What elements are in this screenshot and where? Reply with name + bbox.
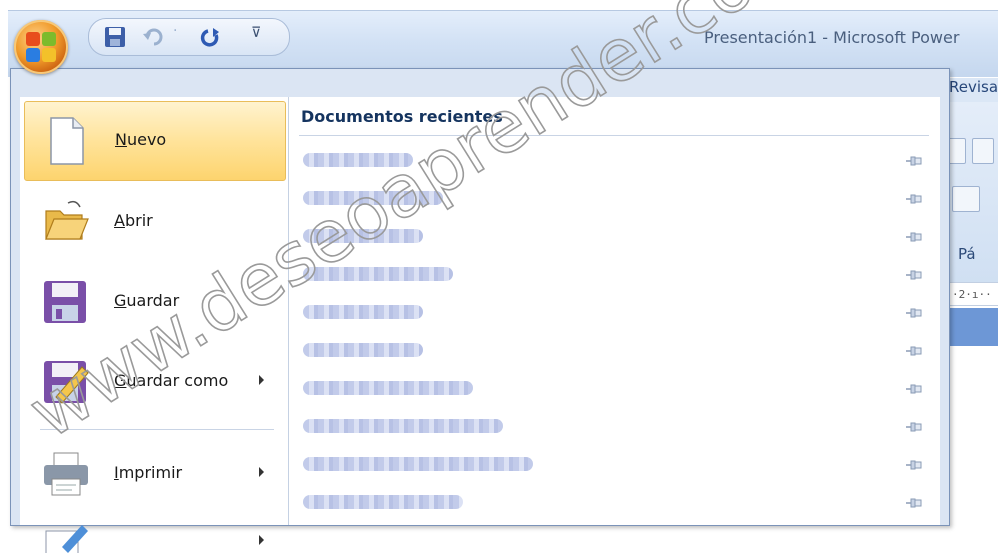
menu-item-abrir[interactable]: Abrir (24, 183, 284, 261)
menu-item-label: Imprimir (114, 463, 183, 482)
recent-document-name (303, 343, 423, 357)
recent-document-item[interactable] (299, 297, 931, 331)
customize-qat-icon[interactable]: ⊽ (251, 25, 261, 49)
pin-icon[interactable] (905, 267, 923, 283)
pin-icon[interactable] (905, 419, 923, 435)
menu-item-label: Guardar como (114, 371, 229, 390)
menu-separator (40, 429, 274, 430)
pin-icon[interactable] (905, 229, 923, 245)
recent-document-name (303, 305, 423, 319)
recent-document-item[interactable] (299, 449, 931, 483)
recent-document-item[interactable] (299, 335, 931, 369)
menu-item-preparar[interactable] (24, 513, 284, 553)
ruler: ·2·ı·· (944, 282, 998, 306)
save-icon[interactable] (103, 25, 127, 49)
redo-icon[interactable] (199, 25, 223, 49)
save-disk-icon (44, 281, 86, 323)
printer-icon (44, 452, 88, 496)
recent-document-name (303, 381, 473, 395)
pin-icon[interactable] (905, 495, 923, 511)
slide-pane-header (944, 308, 998, 346)
recent-documents-title: Documentos recientes (301, 107, 503, 126)
recent-document-name (303, 457, 533, 471)
recent-document-name (303, 153, 413, 167)
recent-document-name (303, 191, 443, 205)
tab-revisar[interactable]: Revisa (944, 78, 998, 102)
submenu-arrow-icon (259, 535, 264, 545)
submenu-arrow-icon (259, 467, 264, 477)
prepare-icon (45, 525, 88, 553)
pin-icon[interactable] (905, 457, 923, 473)
menu-item-imprimir[interactable]: Imprimir (24, 435, 284, 513)
menu-item-nuevo[interactable]: Nuevo (24, 101, 286, 181)
pin-icon[interactable] (905, 343, 923, 359)
recent-document-name (303, 419, 503, 433)
menu-item-label: Nuevo (115, 130, 167, 149)
recent-document-item[interactable] (299, 145, 931, 179)
recent-divider (299, 135, 929, 136)
menu-commands: Nuevo Abrir Guardar Guardar como Imprimi… (20, 97, 289, 553)
recent-document-item[interactable] (299, 221, 931, 255)
undo-dropdown-icon[interactable]: · (173, 23, 177, 47)
ribbon-list2-button[interactable] (972, 138, 994, 164)
recent-document-item[interactable] (299, 259, 931, 293)
quick-access-toolbar: · ⊽ (88, 18, 290, 56)
align-icon[interactable] (952, 186, 980, 212)
submenu-arrow-icon (259, 375, 264, 385)
new-document-icon (50, 117, 84, 165)
recent-document-name (303, 495, 463, 509)
undo-icon[interactable] (141, 25, 167, 49)
slide-canvas (944, 346, 998, 524)
open-folder-icon (45, 200, 89, 240)
save-as-icon (44, 361, 89, 404)
window-title: Presentación1 - Microsoft Power (704, 28, 960, 47)
recent-document-item[interactable] (299, 411, 931, 445)
office-menu: Nuevo Abrir Guardar Guardar como Imprimi… (10, 68, 950, 553)
ribbon-group-label: Pá (958, 245, 976, 263)
pin-icon[interactable] (905, 381, 923, 397)
menu-item-guardar-como[interactable]: Guardar como (24, 343, 284, 421)
recent-document-name (303, 267, 453, 281)
recent-documents-panel: Documentos recientes (289, 97, 940, 525)
recent-document-name (303, 229, 423, 243)
pin-icon[interactable] (905, 191, 923, 207)
recent-document-item[interactable] (299, 373, 931, 407)
recent-document-item[interactable] (299, 183, 931, 217)
recent-document-item[interactable] (299, 487, 931, 521)
pin-icon[interactable] (905, 153, 923, 169)
pin-icon[interactable] (905, 305, 923, 321)
ribbon-area (944, 102, 998, 292)
office-button[interactable] (14, 20, 68, 74)
menu-item-label: Guardar (114, 291, 180, 310)
menu-item-guardar[interactable]: Guardar (24, 263, 284, 341)
menu-item-label: Abrir (114, 211, 153, 230)
office-logo-icon (26, 32, 56, 62)
